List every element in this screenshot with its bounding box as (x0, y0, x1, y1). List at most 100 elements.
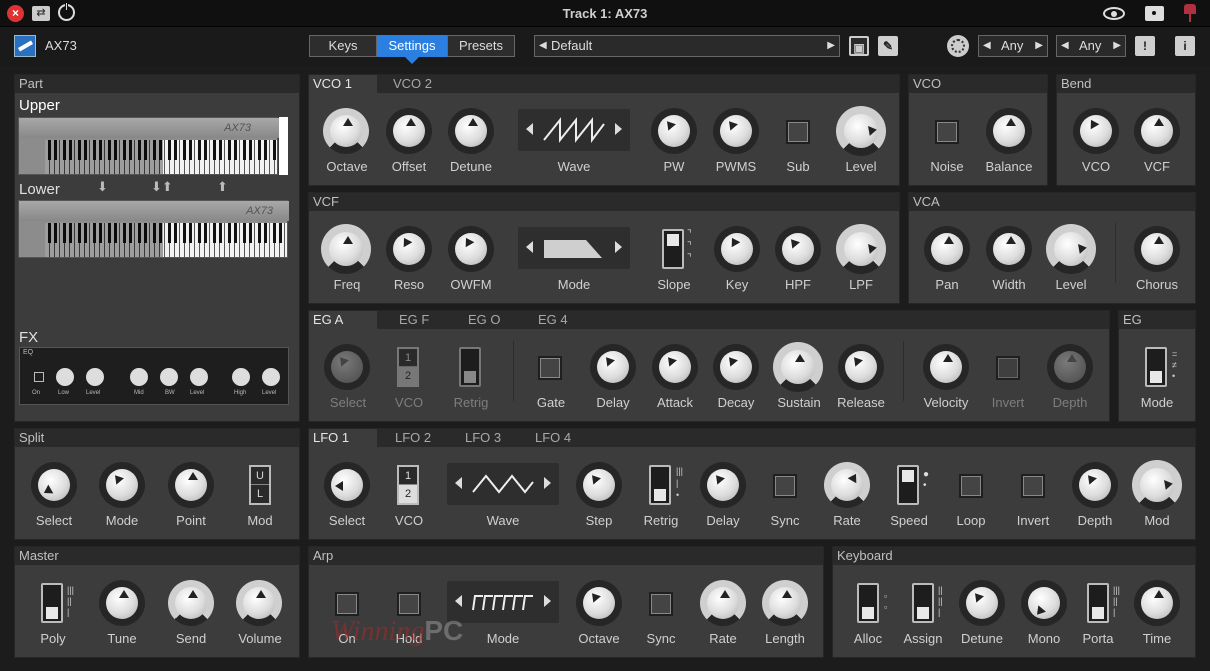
sub-toggle[interactable] (786, 120, 810, 144)
lfo-delay-knob[interactable] (700, 462, 746, 508)
filter-mode-selector[interactable] (518, 227, 630, 269)
key-knob[interactable] (714, 226, 760, 272)
slope-switch[interactable] (662, 229, 684, 269)
arp-on-toggle[interactable] (335, 592, 359, 616)
fx-knob[interactable] (86, 368, 104, 386)
owfm-knob[interactable] (448, 226, 494, 272)
mono-knob[interactable] (1021, 580, 1067, 626)
eg-retrig-switch[interactable] (459, 347, 481, 387)
reso-knob[interactable] (386, 226, 432, 272)
velocity-knob[interactable] (923, 344, 969, 390)
lfo-rate-knob[interactable] (824, 462, 870, 508)
level-knob[interactable] (836, 106, 886, 156)
pin-icon[interactable] (1184, 4, 1196, 22)
upper-keyboard[interactable]: AX73 (18, 117, 279, 175)
vca-level-knob[interactable] (1046, 224, 1096, 274)
fx-on-toggle[interactable] (34, 372, 44, 382)
lower-keyboard[interactable]: AX73 (18, 200, 289, 258)
tune-knob[interactable] (99, 580, 145, 626)
volume-knob[interactable] (236, 580, 282, 626)
camera-icon[interactable] (1145, 6, 1164, 21)
any-prev-icon[interactable]: ◀ (1061, 36, 1069, 56)
eg-select-knob[interactable] (324, 344, 370, 390)
lfo-retrig-switch[interactable] (649, 465, 671, 505)
lfo-invert-toggle[interactable] (1021, 474, 1045, 498)
arp-hold-toggle[interactable] (397, 592, 421, 616)
pw-knob[interactable] (651, 108, 697, 154)
chorus-knob[interactable] (1134, 226, 1180, 272)
midi-icon[interactable] (947, 35, 969, 57)
detune-knob[interactable] (448, 108, 494, 154)
fx-knob[interactable] (56, 368, 74, 386)
tab-eg-f[interactable]: EG F (395, 311, 455, 329)
bend-vcf-knob[interactable] (1134, 108, 1180, 154)
bypass-icon[interactable]: ⇄ (32, 6, 50, 21)
release-knob[interactable] (838, 344, 884, 390)
any-select-1[interactable]: ◀ Any ▶ (978, 35, 1048, 57)
fx-eq-module[interactable]: EQ On Low Level Mid BW Level High Level (19, 347, 289, 405)
split-up-arrow-icon[interactable]: ⬆ (217, 179, 228, 195)
split-mod-selector[interactable]: U L (249, 465, 271, 505)
decay-knob[interactable] (713, 344, 759, 390)
send-knob[interactable] (168, 580, 214, 626)
porta-time-knob[interactable] (1134, 580, 1180, 626)
fx-knob[interactable] (232, 368, 250, 386)
lpf-knob[interactable] (836, 224, 886, 274)
split-select-knob[interactable] (31, 462, 77, 508)
assign-switch[interactable] (912, 583, 934, 623)
tab-eg-o[interactable]: EG O (464, 311, 524, 329)
arp-length-knob[interactable] (762, 580, 808, 626)
tab-settings[interactable]: Settings (377, 35, 447, 57)
pwms-knob[interactable] (713, 108, 759, 154)
tab-eg-4[interactable]: EG 4 (534, 311, 594, 329)
tab-eg-a[interactable]: EG A (309, 311, 377, 329)
edit-icon[interactable]: ✎ (878, 36, 898, 56)
tab-vco-2[interactable]: VCO 2 (389, 75, 457, 93)
tab-presets[interactable]: Presets (447, 35, 515, 57)
lfo-wave-selector[interactable] (447, 463, 559, 505)
bend-vco-knob[interactable] (1073, 108, 1119, 154)
kb-detune-knob[interactable] (959, 580, 1005, 626)
arp-rate-knob[interactable] (700, 580, 746, 626)
delay-knob[interactable] (590, 344, 636, 390)
arp-sync-toggle[interactable] (649, 592, 673, 616)
info-button[interactable]: i (1175, 36, 1195, 56)
split-mode-knob[interactable] (99, 462, 145, 508)
lfo-depth-knob[interactable] (1072, 462, 1118, 508)
fx-knob[interactable] (130, 368, 148, 386)
width-knob[interactable] (986, 226, 1032, 272)
tab-keys[interactable]: Keys (309, 35, 377, 57)
next-preset-icon[interactable]: ▶ (827, 36, 835, 56)
tab-lfo-1[interactable]: LFO 1 (309, 429, 377, 447)
eye-icon[interactable] (1103, 7, 1125, 20)
split-down-arrow-icon[interactable]: ⬇ (97, 179, 108, 195)
eg-depth-knob[interactable] (1047, 344, 1093, 390)
fx-knob[interactable] (160, 368, 178, 386)
sustain-knob[interactable] (773, 342, 823, 392)
power-icon[interactable] (58, 2, 75, 21)
speed-switch[interactable] (897, 465, 919, 505)
lfo-vco-selector[interactable]: 12 (397, 465, 419, 505)
wave-selector[interactable] (518, 109, 630, 151)
fx-knob[interactable] (190, 368, 208, 386)
split-both-arrow-icon[interactable]: ⬇⬆ (151, 179, 173, 195)
alloc-switch[interactable] (857, 583, 879, 623)
any-next-icon[interactable]: ▶ (1113, 36, 1121, 56)
step-knob[interactable] (576, 462, 622, 508)
tab-lfo-4[interactable]: LFO 4 (531, 429, 591, 447)
eg-mode-switch[interactable] (1145, 347, 1167, 387)
hpf-knob[interactable] (775, 226, 821, 272)
fx-knob[interactable] (262, 368, 280, 386)
arp-mode-selector[interactable] (447, 581, 559, 623)
lfo-sync-toggle[interactable] (773, 474, 797, 498)
balance-knob[interactable] (986, 108, 1032, 154)
poly-switch[interactable] (41, 583, 63, 623)
octave-knob[interactable] (323, 108, 369, 154)
lfo-select-knob[interactable] (324, 462, 370, 508)
eg-vco-selector[interactable]: 12 (397, 347, 419, 387)
freq-knob[interactable] (321, 224, 371, 274)
any-next-icon[interactable]: ▶ (1035, 36, 1043, 56)
split-point-knob[interactable] (168, 462, 214, 508)
invert-toggle[interactable] (996, 356, 1020, 380)
arp-octave-knob[interactable] (576, 580, 622, 626)
